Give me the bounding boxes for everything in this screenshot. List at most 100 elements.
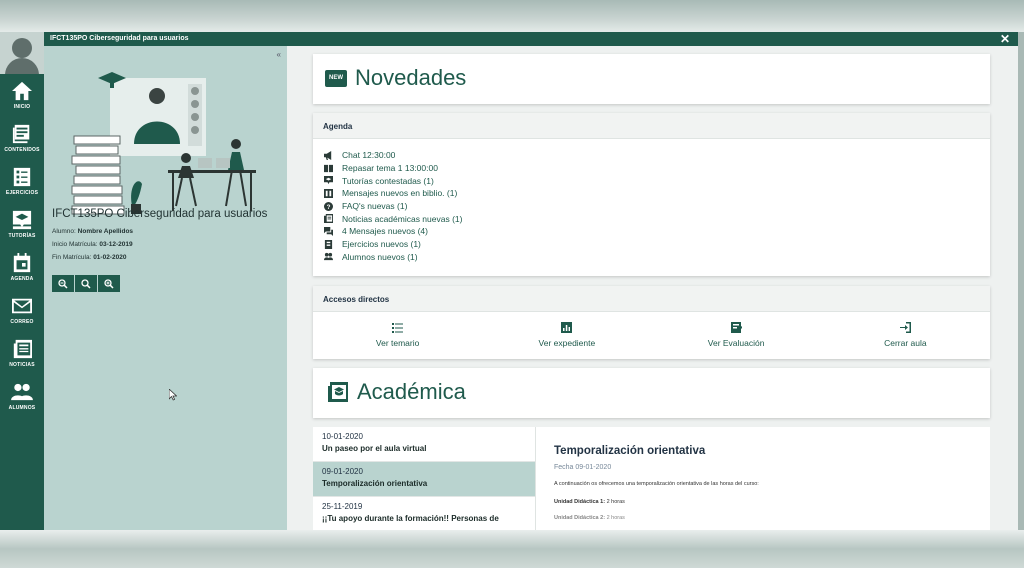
agenda-item-text: Alumnos nuevos (1) xyxy=(342,251,418,262)
shortcut-ver-temario[interactable]: Ver temario xyxy=(313,312,482,358)
chart-icon xyxy=(561,322,573,333)
background-blur-bottom xyxy=(0,530,1024,568)
rail-label: CORREO xyxy=(10,319,34,325)
course-info-panel: « IFCT135PO Ciberseguridad para usuarios… xyxy=(44,46,287,530)
shortcut-cerrar-aula[interactable]: Cerrar aula xyxy=(821,312,990,358)
news-item-date: 09-01-2020 xyxy=(322,467,363,476)
book-icon xyxy=(323,164,333,172)
shortcut-label: Ver expediente xyxy=(538,338,596,348)
news-detail-unit-1: Unidad Didáctica 1: 2 horas xyxy=(554,499,990,505)
shortcut-ver-expediente[interactable]: Ver expediente xyxy=(482,312,651,358)
agenda-item[interactable]: Repasar tema 1 13:00:00 xyxy=(323,162,990,175)
users-icon xyxy=(323,253,333,261)
news-detail-paragraph: A continuación os ofrecemos una temporal… xyxy=(554,481,759,487)
agenda-item[interactable]: ? FAQ's nuevas (1) xyxy=(323,200,990,213)
evaluation-icon xyxy=(730,322,742,333)
news-detail-title: Temporalización orientativa xyxy=(554,445,706,457)
zoom-reset-icon xyxy=(81,278,91,289)
enrollment-end-line: Fin Matrícula: 01-02-2020 xyxy=(52,254,126,261)
agenda-item[interactable]: 4 Mensajes nuevos (4) xyxy=(323,225,990,238)
agenda-item-text: 4 Mensajes nuevos (4) xyxy=(342,226,428,237)
zoom-controls xyxy=(52,275,120,292)
exercise-icon xyxy=(324,239,332,249)
agenda-item-text: Mensajes nuevos en biblio. (1) xyxy=(342,188,458,199)
shortcuts-title: Accesos directos xyxy=(313,286,990,312)
rail-item-agenda[interactable]: AGENDA xyxy=(0,246,44,289)
tutorials-icon xyxy=(12,210,32,230)
background-blur-right xyxy=(1018,32,1024,530)
list-icon xyxy=(392,323,404,333)
contents-icon xyxy=(12,124,30,144)
news-item[interactable]: 10-01-2020 Un paseo por el aula virtual xyxy=(313,427,535,462)
collapse-panel-button[interactable]: « xyxy=(277,50,281,59)
window-title: IFCT135PO Ciberseguridad para usuarios xyxy=(50,35,189,42)
rail-item-correo[interactable]: CORREO xyxy=(0,289,44,332)
academic-news-list: 10-01-2020 Un paseo por el aula virtual … xyxy=(313,427,536,530)
news-detail: Temporalización orientativa Fecha 09-01-… xyxy=(536,427,990,530)
background-blur-top xyxy=(0,0,1024,32)
enrollment-start-line: Inicio Matrícula: 03-12-2019 xyxy=(52,241,133,248)
question-icon: ? xyxy=(323,201,333,211)
news-item-title: ¡¡Tu apoyo durante la formación!! Person… xyxy=(322,514,499,523)
rail-label: TUTORÍAS xyxy=(8,233,36,239)
agenda-item[interactable]: Ejercicios nuevos (1) xyxy=(323,238,990,251)
user-avatar[interactable] xyxy=(0,32,44,74)
news-item-date: 10-01-2020 xyxy=(322,432,363,441)
library-icon xyxy=(323,188,333,198)
exercises-icon xyxy=(13,167,31,187)
rail-item-ejercicios[interactable]: EJERCICIOS xyxy=(0,160,44,203)
exit-icon xyxy=(899,322,911,333)
rail-item-noticias[interactable]: NOTICIAS xyxy=(0,332,44,375)
course-title: IFCT135PO Ciberseguridad para usuarios xyxy=(52,208,268,220)
agenda-item-text: FAQ's nuevas (1) xyxy=(342,201,408,212)
agenda-item[interactable]: Tutorías contestadas (1) xyxy=(323,174,990,187)
zoom-out-icon xyxy=(58,278,68,289)
unit-1-label: Unidad Didáctica 1: xyxy=(554,499,606,505)
academica-title: Académica xyxy=(357,379,466,404)
academica-card: Académica xyxy=(313,368,990,418)
novedades-title: Novedades xyxy=(355,65,467,90)
news-item-title: Temporalización orientativa xyxy=(322,479,428,488)
news-item-date: 25-11-2019 xyxy=(322,502,363,511)
agenda-list: Chat 12:30:00 Repasar tema 1 13:00:00 Tu… xyxy=(313,139,990,263)
calendar-icon xyxy=(13,253,31,273)
mouse-cursor-icon xyxy=(169,389,177,401)
students-icon xyxy=(11,383,33,401)
news-detail-date: Fecha 09-01-2020 xyxy=(554,464,612,471)
close-icon[interactable]: ✕ xyxy=(1000,32,1010,46)
zoom-out-button[interactable] xyxy=(52,275,74,292)
shortcut-ver-evaluacion[interactable]: Ver Evaluación xyxy=(652,312,821,358)
agenda-item[interactable]: Alumnos nuevos (1) xyxy=(323,251,990,264)
rail-item-tutorias[interactable]: TUTORÍAS xyxy=(0,203,44,246)
zoom-reset-button[interactable] xyxy=(75,275,97,292)
enrollment-start-date: 03-12-2019 xyxy=(99,241,133,248)
news-item-selected[interactable]: 09-01-2020 Temporalización orientativa xyxy=(313,462,535,497)
zoom-in-button[interactable] xyxy=(98,275,120,292)
unit-2-value: 2 horas xyxy=(606,515,625,521)
enrollment-end-date: 01-02-2020 xyxy=(93,254,127,261)
rail-item-alumnos[interactable]: ALUMNOS xyxy=(0,375,44,418)
agenda-item-text: Ejercicios nuevos (1) xyxy=(342,239,421,250)
student-line: Alumno: Nombre Apellidos xyxy=(52,228,133,235)
messages-icon xyxy=(323,226,333,236)
shortcut-label: Ver Evaluación xyxy=(707,338,765,348)
agenda-item[interactable]: Mensajes nuevos en biblio. (1) xyxy=(323,187,990,200)
shortcut-label: Ver temario xyxy=(375,338,420,348)
agenda-item[interactable]: Chat 12:30:00 xyxy=(323,149,990,162)
novedades-card: NEW Novedades xyxy=(313,54,990,104)
agenda-item[interactable]: Noticias académicas nuevas (1) xyxy=(323,212,990,225)
rail-label: ALUMNOS xyxy=(8,405,36,411)
news-item[interactable]: 25-11-2019 ¡¡Tu apoyo durante la formaci… xyxy=(313,497,535,530)
new-badge-icon: NEW xyxy=(325,69,347,87)
main-content: NEW Novedades Agenda Chat 12:30:00 Repas… xyxy=(287,46,1018,530)
agenda-item-text: Repasar tema 1 13:00:00 xyxy=(342,163,438,174)
shortcut-label: Cerrar aula xyxy=(884,338,927,348)
rail-item-inicio[interactable]: INICIO xyxy=(0,74,44,117)
rail-item-contenidos[interactable]: CONTENIDOS xyxy=(0,117,44,160)
home-icon xyxy=(12,81,32,101)
shortcuts-card: Accesos directos Ver temario Ver expedie… xyxy=(313,286,990,359)
rail-label: INICIO xyxy=(13,104,31,110)
mail-icon xyxy=(12,298,32,314)
rail-label: NOTICIAS xyxy=(9,362,35,368)
agenda-item-text: Tutorías contestadas (1) xyxy=(342,175,434,186)
